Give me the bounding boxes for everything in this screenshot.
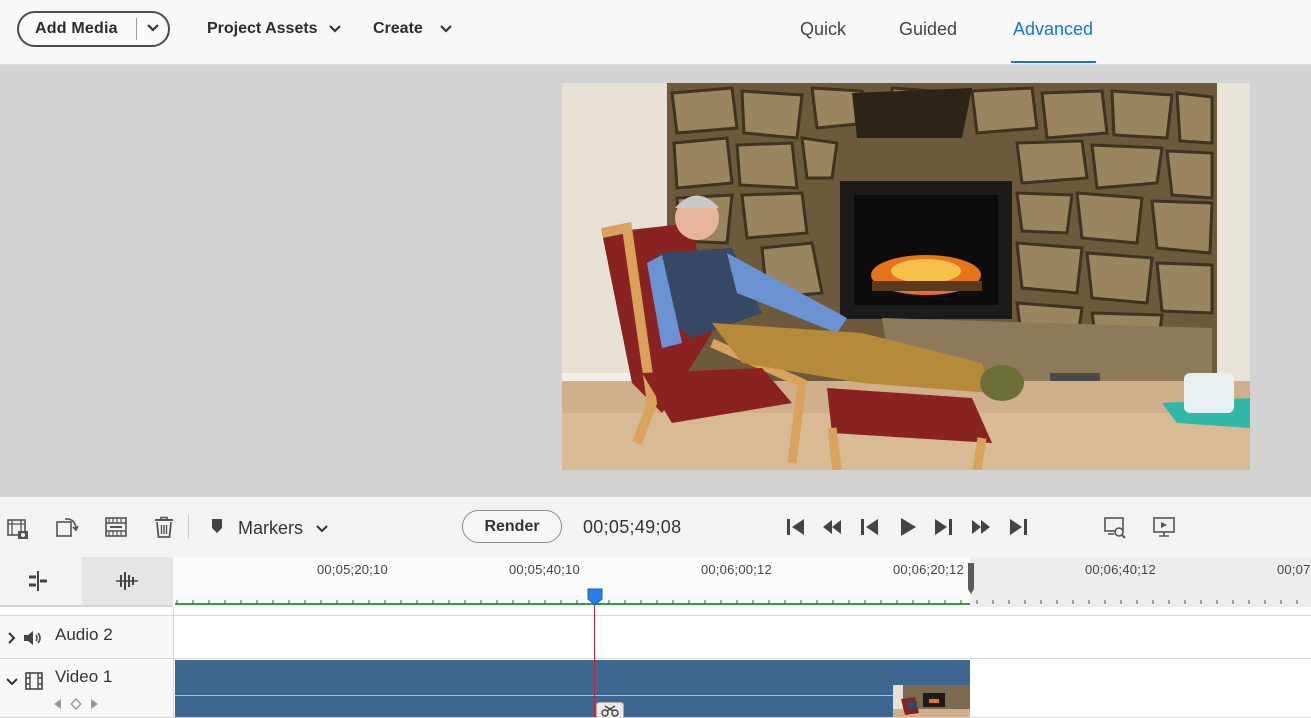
project-assets-label: Project Assets	[207, 20, 318, 37]
keyframe-nav-icon[interactable]	[52, 697, 100, 711]
render-button[interactable]: Render	[462, 510, 562, 543]
trash-icon[interactable]	[152, 515, 176, 539]
markers-label: Markers	[238, 518, 304, 538]
audio-track-header[interactable]: Audio 2	[0, 616, 173, 658]
active-tab-indicator	[1011, 61, 1096, 63]
split-clip-button[interactable]	[596, 702, 624, 718]
capture-frame-icon[interactable]	[6, 516, 30, 540]
snap-icon	[29, 571, 47, 591]
step-back-icon[interactable]	[858, 515, 882, 539]
ruler-ticks	[175, 600, 1298, 605]
track-name: Audio 2	[55, 625, 113, 644]
chevron-down-icon	[328, 24, 342, 34]
top-bar: Add Media Project Assets Create Quick Gu…	[0, 0, 1311, 65]
rewind-icon[interactable]	[820, 515, 844, 539]
preview-frame	[562, 83, 1250, 470]
project-assets-menu[interactable]: Project Assets	[207, 20, 342, 38]
audio-waveform-toggle[interactable]	[82, 557, 173, 605]
rotate-icon[interactable]	[55, 515, 79, 539]
create-label: Create	[373, 20, 423, 37]
tab-guided[interactable]: Guided	[899, 19, 957, 40]
marker-icon	[210, 518, 224, 539]
video-clip[interactable]	[175, 660, 970, 717]
speaker-icon	[24, 631, 41, 645]
playhead-line[interactable]	[594, 600, 595, 717]
snap-toggle[interactable]	[0, 557, 82, 605]
add-media-button[interactable]: Add Media	[17, 11, 170, 47]
track-header-divider	[173, 607, 174, 717]
filmstrip-icon[interactable]	[104, 515, 128, 539]
fullscreen-preview-icon[interactable]	[1152, 515, 1176, 539]
play-icon[interactable]	[896, 515, 920, 539]
markers-menu[interactable]: Markers	[210, 518, 329, 539]
tab-quick[interactable]: Quick	[800, 19, 846, 40]
film-icon	[25, 672, 43, 690]
chevron-down-icon	[315, 518, 329, 539]
clip-opacity-line[interactable]	[175, 695, 970, 696]
create-menu[interactable]: Create	[373, 20, 453, 38]
scissors-icon	[601, 705, 619, 717]
add-media-label: Add Media	[35, 20, 118, 37]
current-timecode[interactable]: 00;05;49;08	[583, 517, 681, 538]
video-track-header[interactable]: Video 1	[0, 659, 173, 717]
track-name: Video 1	[55, 667, 113, 686]
track-divider	[0, 615, 1311, 616]
clip-thumbnail	[893, 685, 970, 717]
playhead-handle[interactable]	[586, 587, 604, 607]
track-divider	[0, 658, 1311, 659]
chevron-down-icon[interactable]	[137, 20, 168, 38]
chevron-right-icon[interactable]	[6, 631, 18, 645]
chevron-down-icon[interactable]	[5, 676, 19, 688]
go-to-start-icon[interactable]	[784, 515, 808, 539]
video-preview[interactable]	[562, 83, 1250, 470]
go-to-end-icon[interactable]	[1006, 515, 1030, 539]
waveform-icon	[116, 572, 138, 590]
toolbar-divider	[188, 515, 189, 539]
timeline-header-controls	[0, 557, 173, 605]
work-area-end-marker[interactable]	[966, 563, 976, 597]
step-forward-icon[interactable]	[931, 515, 955, 539]
zoom-preview-icon[interactable]	[1103, 515, 1127, 539]
chevron-down-icon	[439, 24, 453, 34]
fast-forward-icon[interactable]	[969, 515, 993, 539]
tab-advanced[interactable]: Advanced	[1013, 19, 1093, 40]
